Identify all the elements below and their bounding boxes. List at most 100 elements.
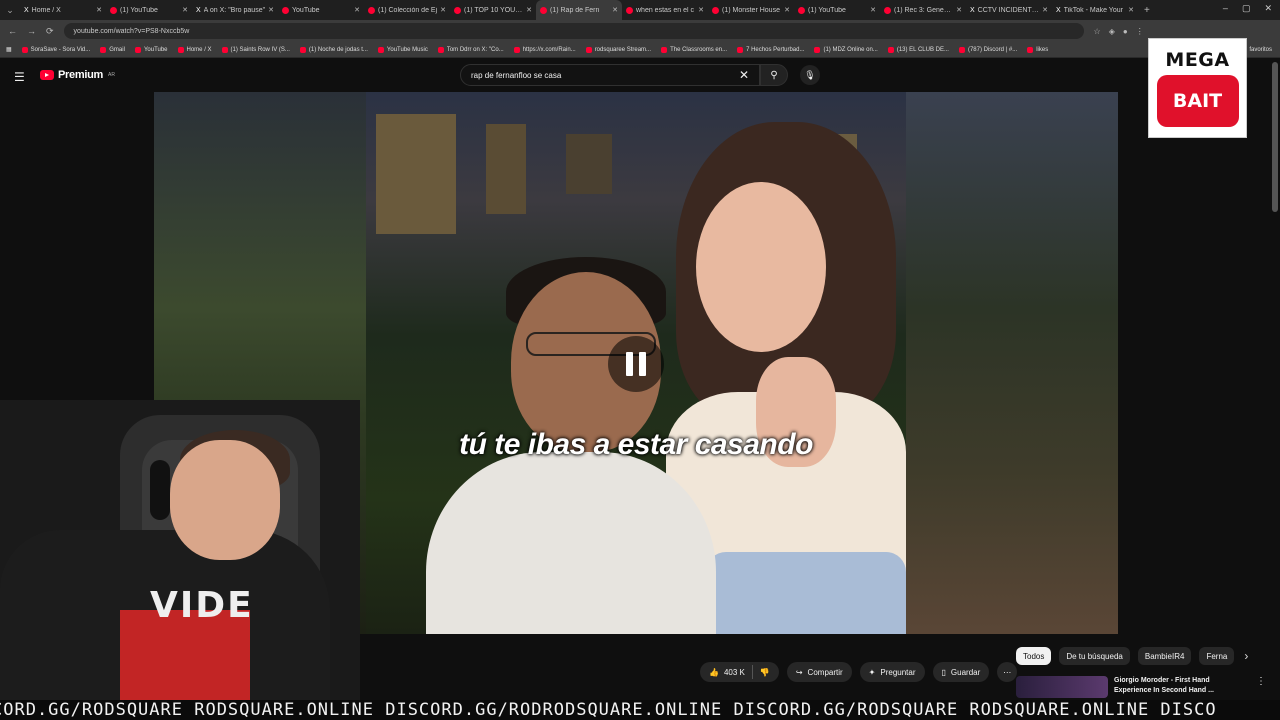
bookmark-item[interactable]: https://x.com/Rain... [513,46,576,53]
filter-chip[interactable]: De tu búsqueda [1059,647,1130,665]
thumbs-up-icon[interactable]: 👍 [709,668,719,677]
close-tab-icon[interactable]: ✕ [268,6,274,14]
like-count[interactable]: 403 K [724,668,745,677]
close-tab-icon[interactable]: ✕ [526,6,532,14]
recommended-video[interactable]: Giorgio Moroder - First Hand Experience … [1016,676,1266,698]
bookmark-item[interactable]: SoraSave - Sora Vid... [21,46,90,53]
browser-tab[interactable]: XA on X: "Bro pause" ✕ [192,0,278,20]
region-label: AR [107,72,115,78]
bookmark-favicon-icon [887,46,894,53]
pause-button[interactable] [608,336,664,392]
bookmark-item[interactable]: (1) Noche de jodas t... [299,46,368,53]
url-field[interactable]: youtube.com/watch?v=PS8-Nxccb5w [63,23,1084,39]
bookmark-item[interactable]: (13) EL CLUB DE... [887,46,949,53]
chevron-right-icon[interactable]: › [1244,649,1248,663]
window-controls: – ▢ ✕ [1223,3,1272,14]
youtube-favicon-icon [110,6,117,14]
close-tab-icon[interactable]: ✕ [870,6,876,14]
close-tab-icon[interactable]: ✕ [1128,6,1134,14]
ask-button[interactable]: ✦ Preguntar [859,662,925,682]
ticker-text: CORD.GG/RODSQUARE RODSQUARE.ONLINE DISCO… [0,700,1217,720]
back-icon[interactable]: ← [8,26,17,37]
reload-icon[interactable]: ⟳ [46,26,54,37]
bookmark-item[interactable]: YouTube [134,46,168,53]
new-tab-button[interactable]: + [1144,5,1150,16]
bookmark-label: (1) Saints Row IV (S... [230,46,290,53]
tab-title: A on X: "Bro pause" [203,6,266,14]
bookmark-favicon-icon [377,46,384,53]
browser-tab[interactable]: YouTube ✕ [278,0,364,20]
browser-tab[interactable]: (1) YouTube ✕ [106,0,192,20]
close-tab-icon[interactable]: ✕ [956,6,962,14]
browser-tab[interactable]: X TikTok - Make Your ✕ [1052,0,1138,20]
browser-tab[interactable]: when estas en el c ✕ [622,0,708,20]
thumbs-down-icon[interactable]: 👎 [760,668,770,677]
bookmark-item[interactable]: 7 Hechos Perturbad... [737,46,805,53]
close-tab-icon[interactable]: ✕ [612,6,618,14]
bookmark-item[interactable]: YouTube Music [377,46,428,53]
kebab-menu-icon[interactable]: ⋮ [1136,27,1144,36]
rec-more-icon[interactable]: ⋮ [1256,676,1266,687]
forward-icon[interactable]: → [27,26,36,37]
browser-tab[interactable]: (1) YouTube ✕ [794,0,880,20]
browser-tab[interactable]: (1) TOP 10 YOUTUB ✕ [450,0,536,20]
bait-line1: MEGA [1165,49,1230,71]
close-tab-icon[interactable]: ✕ [354,6,360,14]
bookmark-item[interactable]: (787) Discord | #... [958,46,1017,53]
more-icon: ⋯ [1003,667,1012,677]
bookmark-label: 7 Hechos Perturbad... [746,46,805,53]
rec-thumbnail[interactable] [1016,676,1108,698]
bookmark-label: rodsquaree Stream... [594,46,652,53]
bookmark-item[interactable]: Home / X [177,46,212,53]
bookmark-item[interactable]: (1) Saints Row IV (S... [221,46,290,53]
voice-search-button[interactable]: 🎙 [800,65,820,85]
rec-title-line2[interactable]: Experience In Second Hand ... [1114,686,1214,696]
hamburger-menu-icon[interactable]: ☰ [14,70,25,84]
browser-tab[interactable]: (1) Rec 3: Genesis C ✕ [880,0,966,20]
browser-tab[interactable]: X Home / X ✕ [20,0,106,20]
filter-chip[interactable]: Todos [1016,647,1052,665]
close-tab-icon[interactable]: ✕ [1042,6,1048,14]
bookmark-favicon-icon [737,46,744,53]
tab-title: when estas en el c [636,6,694,14]
close-tab-icon[interactable]: ✕ [698,6,704,14]
save-button[interactable]: ▯ Guardar [932,662,990,682]
apps-icon[interactable]: ▦ [6,46,12,53]
bookmark-item[interactable]: rodsquaree Stream... [585,46,652,53]
browser-tab[interactable]: (1) Rap de Fern ✕ [536,0,622,20]
rec-title-line1[interactable]: Giorgio Moroder - First Hand [1114,676,1214,686]
minimize-icon[interactable]: – [1223,3,1228,14]
tab-search-icon[interactable]: ⌄ [0,5,20,16]
more-actions-button[interactable]: ⋯ [997,662,1018,682]
maximize-icon[interactable]: ▢ [1242,3,1251,14]
bookmark-item[interactable]: (1) MDZ Online on... [814,46,878,53]
share-button[interactable]: ↪ Compartir [786,662,852,682]
close-tab-icon[interactable]: ✕ [784,6,790,14]
bookmark-favicon-icon [1027,46,1034,53]
search-input[interactable]: rap de fernanfloo se casa ✕ [460,64,760,86]
youtube-favicon-icon [626,6,633,14]
all-bookmarks-link[interactable]: favoritos [1249,47,1272,53]
scrollbar[interactable] [1272,62,1278,212]
browser-tab[interactable]: (1) Monster House ✕ [708,0,794,20]
close-tab-icon[interactable]: ✕ [182,6,188,14]
clear-search-icon[interactable]: ✕ [739,68,749,82]
bookmark-item[interactable]: likes [1027,46,1048,53]
close-tab-icon[interactable]: ✕ [96,6,102,14]
youtube-logo[interactable]: Premium AR [40,69,115,81]
browser-tab[interactable]: (1) Colección de Ej ✕ [364,0,450,20]
extension-icon[interactable]: ◈ [1109,27,1115,36]
bookmark-label: (13) EL CLUB DE... [896,46,949,53]
star-icon[interactable]: ☆ [1094,27,1101,36]
browser-tab[interactable]: X CCTV INCIDENTS (✕ [966,0,1052,20]
search-button[interactable]: ⚲ [760,64,788,86]
filter-chip[interactable]: BambieIR4 [1137,647,1192,665]
close-tab-icon[interactable]: ✕ [440,6,446,14]
bookmark-item[interactable]: The Classrooms en... [661,46,727,53]
bookmark-label: Tom Ddrr on X: "Co... [446,46,504,53]
bookmark-item[interactable]: Gmail [100,46,125,53]
close-window-icon[interactable]: ✕ [1264,3,1272,14]
profile-icon[interactable]: ● [1123,27,1128,36]
filter-chip[interactable]: Ferna [1199,647,1235,665]
bookmark-item[interactable]: Tom Ddrr on X: "Co... [437,46,504,53]
